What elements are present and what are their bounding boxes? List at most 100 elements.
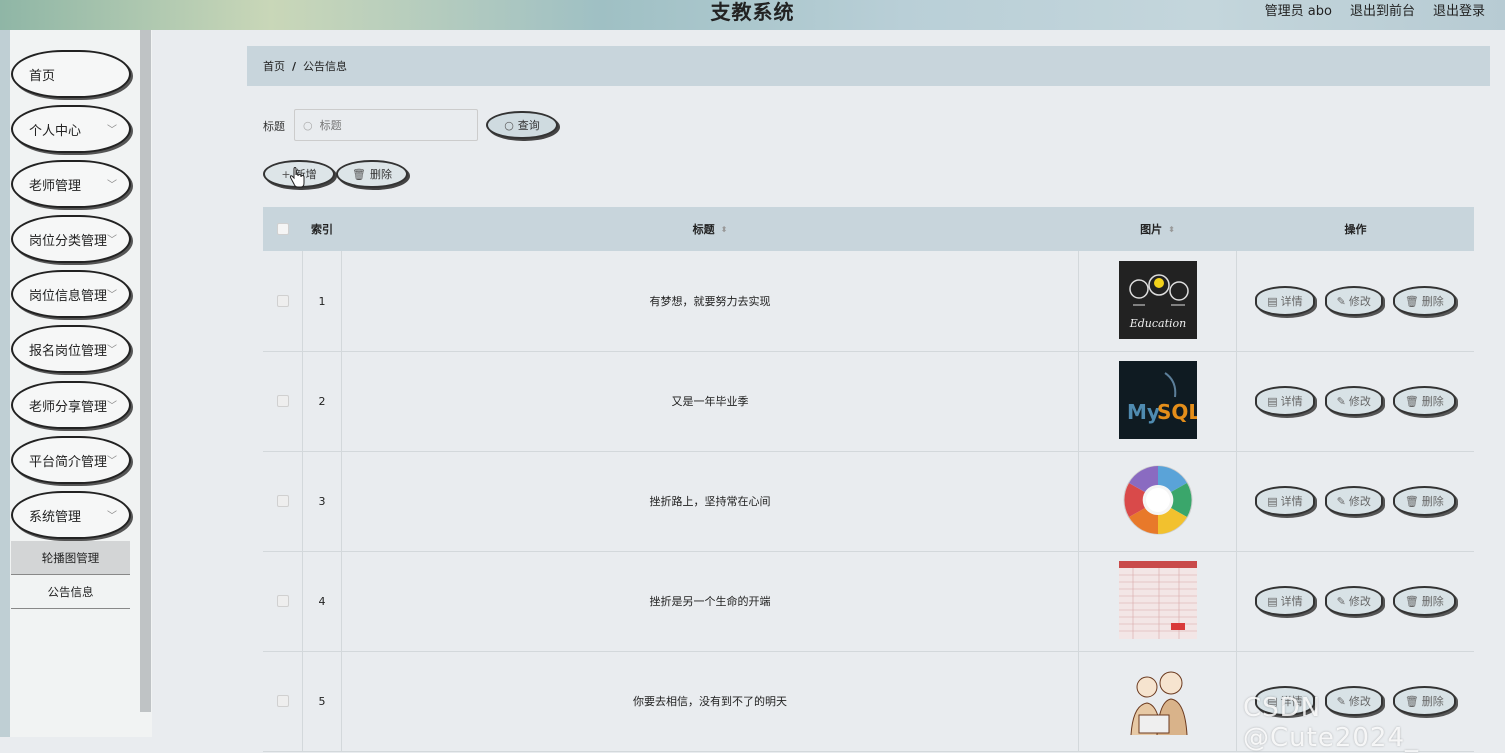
search-input[interactable] — [317, 117, 472, 133]
sidebar-item-teacher-management[interactable]: 老师管理 ﹀ — [11, 160, 131, 208]
row-checkbox[interactable] — [276, 595, 289, 607]
header-links: 管理员 abo 退出到前台 退出登录 — [1265, 0, 1485, 19]
row-checkbox[interactable] — [276, 395, 289, 407]
row-actions: ▤ 详情 ✎ 修改 🗑 删除 — [1237, 251, 1474, 351]
detail-button-label: 详情 — [1280, 395, 1303, 408]
row-title: 你要去相信，没有到不了的明天 — [633, 695, 787, 708]
sidebar-item-label: 岗位信息管理 — [29, 288, 108, 304]
exit-to-front-link[interactable]: 退出到前台 — [1350, 0, 1415, 19]
th-title-label: 标题 — [692, 223, 715, 236]
edit-button[interactable]: ✎ 修改 — [1324, 586, 1383, 616]
svg-text:Education: Education — [1128, 317, 1186, 330]
edit-button-label: 修改 — [1348, 295, 1371, 308]
th-image[interactable]: 图片 ⬍ — [1079, 207, 1236, 251]
delete-button[interactable]: 🗑 删除 — [1392, 386, 1456, 416]
breadcrumb-current: 公告信息 — [303, 60, 348, 73]
sidebar-subitem-carousel[interactable]: 轮播图管理 — [11, 541, 130, 575]
sidebar-item-label: 老师分享管理 — [29, 399, 108, 415]
chevron-down-icon: ﹀ — [107, 290, 117, 301]
row-checkbox[interactable] — [276, 695, 289, 707]
sidebar-scrollbar[interactable] — [140, 30, 151, 712]
detail-button[interactable]: ▤ 详情 — [1255, 486, 1315, 516]
sidebar-item-position-category[interactable]: 岗位分类管理 ﹀ — [11, 215, 131, 263]
delete-button[interactable]: 🗑 删除 — [1392, 286, 1456, 316]
row-select-cell — [263, 451, 302, 551]
chevron-down-icon: ﹀ — [107, 456, 117, 467]
circular-infographic-image — [1118, 460, 1197, 542]
edit-button[interactable]: ✎ 修改 — [1324, 386, 1383, 416]
pencil-icon: ✎ — [1336, 394, 1346, 408]
breadcrumb-separator: / — [292, 59, 297, 73]
education-chalkboard-image: Education — [1118, 260, 1197, 342]
trash-icon: 🗑 — [1404, 394, 1419, 408]
th-title[interactable]: 标题 ⬍ — [342, 207, 1078, 251]
detail-button-label: 详情 — [1280, 495, 1303, 508]
edit-button-label: 修改 — [1348, 495, 1371, 508]
sidebar-subitem-label: 公告信息 — [47, 584, 94, 599]
detail-button[interactable]: ▤ 详情 — [1255, 286, 1315, 316]
row-image-cell: Education — [1079, 251, 1236, 351]
row-index: 4 — [318, 594, 326, 608]
trash-icon: 🗑 — [352, 167, 366, 181]
delete-button[interactable]: 🗑 删除 — [1392, 486, 1456, 516]
document-icon: ▤ — [1267, 294, 1278, 308]
sidebar-item-label: 老师管理 — [29, 178, 82, 194]
sidebar-item-system[interactable]: 系统管理 ﹀ — [11, 491, 131, 539]
edit-button[interactable]: ✎ 修改 — [1324, 486, 1383, 516]
chevron-down-icon: ﹀ — [107, 235, 117, 246]
trash-icon: 🗑 — [1404, 494, 1419, 508]
sidebar-item-personal-center[interactable]: 个人中心 ﹀ — [11, 105, 131, 153]
detail-button-label: 详情 — [1280, 295, 1303, 308]
sidebar-subitem-announcement[interactable]: 公告信息 — [11, 575, 130, 609]
search-input-wrapper[interactable]: ○ — [294, 109, 478, 141]
query-button[interactable]: ○ 查询 — [486, 111, 558, 139]
row-actions: ▤ 详情 ✎ 修改 🗑 删除 — [1237, 551, 1474, 651]
table-row: 4 挫折是另一个生命的开端 ▤ 详情 ✎ 修改 🗑 删除 — [263, 551, 1474, 652]
query-button-label: 查询 — [517, 119, 540, 132]
sidebar-item-teacher-share[interactable]: 老师分享管理 ﹀ — [11, 381, 131, 429]
trash-icon: 🗑 — [1404, 294, 1419, 308]
top-header: 支教系统 管理员 abo 退出到前台 退出登录 — [0, 0, 1505, 30]
th-actions: 操作 — [1344, 223, 1367, 236]
search-icon: ○ — [303, 118, 313, 132]
select-all-checkbox[interactable] — [276, 223, 289, 235]
trash-icon: 🗑 — [1404, 594, 1419, 608]
row-image-cell — [1079, 551, 1236, 651]
delete-button-label: 删除 — [1421, 395, 1444, 408]
delete-button-label: 删除 — [1421, 495, 1444, 508]
row-select-cell — [263, 551, 302, 651]
delete-button-label: 删除 — [1421, 295, 1444, 308]
row-actions: ▤ 详情 ✎ 修改 🗑 删除 — [1237, 451, 1474, 551]
breadcrumb-home[interactable]: 首页 — [263, 58, 285, 74]
detail-button-label: 详情 — [1280, 595, 1303, 608]
search-label: 标题 — [263, 120, 285, 133]
chevron-down-icon: ﹀ — [107, 180, 117, 191]
edit-button-label: 修改 — [1348, 595, 1371, 608]
delete-button[interactable]: 🗑 删除 — [1392, 586, 1456, 616]
select-all-cell — [263, 207, 302, 251]
th-index: 索引 — [311, 223, 333, 236]
edit-button[interactable]: ✎ 修改 — [1324, 286, 1383, 316]
sidebar-subitem-label: 轮播图管理 — [41, 550, 100, 565]
row-checkbox[interactable] — [276, 295, 289, 307]
logout-link[interactable]: 退出登录 — [1433, 0, 1485, 19]
sidebar-item-position-info[interactable]: 岗位信息管理 ﹀ — [11, 270, 131, 318]
sidebar-item-application[interactable]: 报名岗位管理 ﹀ — [11, 325, 131, 373]
batch-delete-button[interactable]: 🗑 删除 — [336, 160, 408, 188]
sidebar-item-home[interactable]: 首页 — [11, 50, 131, 98]
row-select-cell — [263, 251, 302, 351]
row-index: 5 — [318, 694, 326, 708]
table-row: 1 有梦想，就要努力去实现 Education ▤ 详情 ✎ 修改 🗑 删除 — [263, 251, 1474, 352]
row-image-cell — [1079, 651, 1236, 751]
detail-button[interactable]: ▤ 详情 — [1255, 386, 1315, 416]
th-image-label: 图片 — [1140, 223, 1163, 236]
sidebar-item-platform-intro[interactable]: 平台简介管理 ﹀ — [11, 436, 131, 484]
detail-button[interactable]: ▤ 详情 — [1255, 586, 1315, 616]
document-icon: ▤ — [1267, 494, 1278, 508]
admin-user-label: 管理员 abo — [1264, 4, 1332, 19]
row-select-cell — [263, 651, 302, 751]
table-row: 2 又是一年毕业季 My SQL ▤ 详情 ✎ 修改 🗑 删除 — [263, 351, 1474, 452]
row-checkbox[interactable] — [276, 495, 289, 507]
row-title: 有梦想，就要努力去实现 — [649, 295, 771, 308]
sidebar-item-label: 首页 — [29, 68, 56, 84]
